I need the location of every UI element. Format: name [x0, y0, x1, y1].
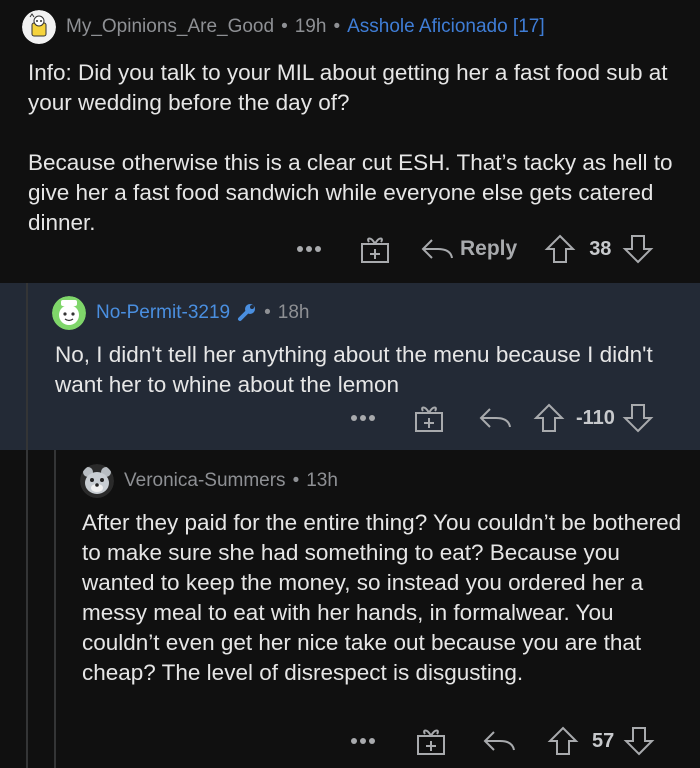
thread-line[interactable] [26, 283, 28, 450]
comment-username[interactable]: My_Opinions_Are_Good [66, 16, 274, 38]
avatar[interactable] [22, 10, 56, 44]
gift-award-icon[interactable] [414, 724, 448, 758]
comment-1: My_Opinions_Are_Good • 19h • Asshole Afi… [0, 0, 700, 283]
vote-score: 38 [589, 237, 612, 260]
comment-2: No-Permit-3219 • 18h No, I didn't tell h… [0, 283, 700, 450]
vote-score: -110 [576, 406, 615, 429]
upvote-arrow-icon[interactable] [543, 232, 577, 266]
separator-dot: • [292, 470, 300, 491]
downvote-arrow-icon[interactable] [621, 401, 655, 435]
comment-time: 19h [294, 16, 327, 37]
comment-3: Veronica-Summers • 13h After they paid f… [0, 450, 700, 768]
separator-dot: • [333, 16, 341, 37]
separator-dot: • [264, 302, 271, 323]
comment-body: After they paid for the entire thing? Yo… [82, 510, 682, 685]
gift-award-icon[interactable] [412, 401, 446, 435]
reply-arrow-icon[interactable] [478, 403, 512, 433]
comment-username[interactable]: No-Permit-3219 [96, 302, 230, 324]
reply-button[interactable]: Reply [420, 234, 517, 264]
comment-header: No-Permit-3219 • 18h [52, 296, 309, 330]
comment-body: Info: Did you talk to your MIL about get… [28, 58, 678, 238]
downvote-arrow-icon[interactable] [622, 724, 656, 758]
comment-paragraph: Because otherwise this is a clear cut ES… [28, 150, 673, 235]
avatar[interactable] [80, 464, 114, 498]
reply-arrow-icon[interactable] [482, 726, 516, 756]
downvote-arrow-icon[interactable] [621, 232, 655, 266]
comment-header: Veronica-Summers • 13h [80, 464, 338, 498]
gift-award-icon[interactable] [358, 232, 392, 266]
user-flair: Asshole Aficionado [17] [347, 16, 545, 37]
separator-dot: • [281, 16, 288, 37]
comment-username[interactable]: Veronica-Summers [124, 470, 286, 492]
more-options-icon[interactable] [296, 245, 328, 253]
upvote-arrow-icon[interactable] [546, 724, 580, 758]
more-options-icon[interactable] [350, 737, 382, 745]
vote-score: 57 [592, 729, 615, 752]
comment-paragraph: Info: Did you talk to your MIL about get… [28, 60, 668, 115]
comment-actions: -110 [350, 401, 655, 435]
upvote-arrow-icon[interactable] [532, 401, 566, 435]
reply-arrow-icon [421, 239, 453, 259]
comment-time: 18h [277, 302, 310, 323]
reply-label: Reply [460, 237, 518, 260]
comment-time: 13h [306, 470, 338, 491]
comment-body: No, I didn't tell her anything about the… [55, 342, 653, 397]
avatar[interactable] [52, 296, 86, 330]
comment-actions: 57 [350, 724, 656, 758]
comment-header: My_Opinions_Are_Good • 19h • Asshole Afi… [22, 10, 545, 44]
comment-actions: Reply 38 [296, 232, 655, 266]
thread-line[interactable] [26, 450, 28, 768]
wrench-op-icon [238, 304, 256, 321]
thread-line[interactable] [54, 450, 56, 768]
more-options-icon[interactable] [350, 414, 382, 422]
